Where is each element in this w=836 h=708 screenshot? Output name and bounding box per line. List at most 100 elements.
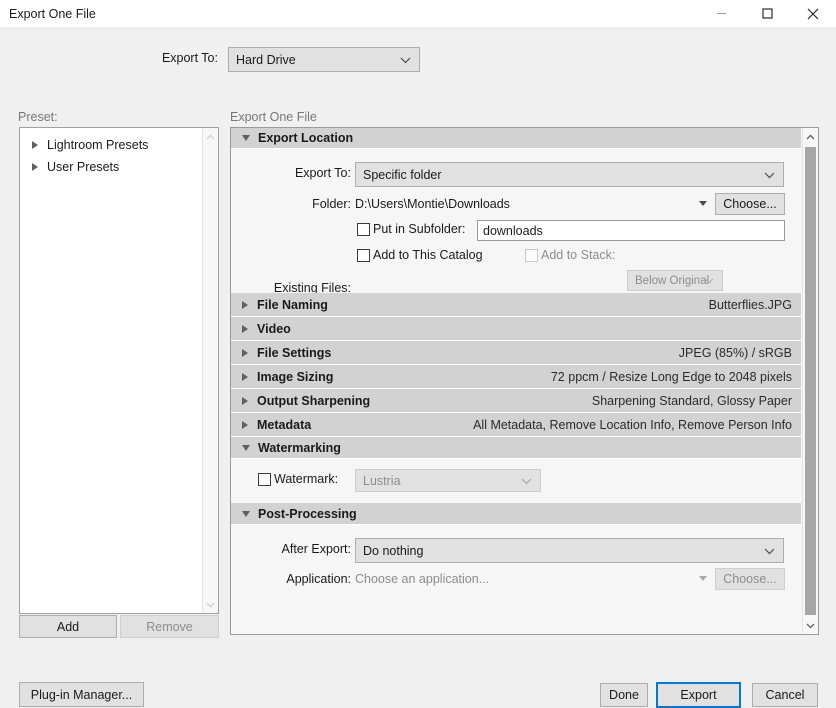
choose-folder-button[interactable]: Choose... bbox=[715, 193, 785, 215]
chevron-right-icon bbox=[242, 397, 248, 405]
chevron-down-icon bbox=[242, 511, 250, 517]
export-to-select[interactable]: Specific folder bbox=[355, 162, 784, 187]
section-header-file-naming[interactable]: File Naming Butterflies.JPG bbox=[231, 293, 801, 317]
caret-down-icon bbox=[699, 201, 707, 206]
preset-panel: Lightroom Presets User Presets bbox=[19, 127, 219, 614]
section-title: Metadata bbox=[257, 418, 311, 432]
watermark-label: Watermark: bbox=[274, 472, 364, 486]
stack-position-value: Below Original bbox=[635, 275, 709, 287]
section-title: Watermarking bbox=[258, 441, 341, 455]
section-title: Video bbox=[257, 322, 291, 336]
section-header-output-sharpening[interactable]: Output Sharpening Sharpening Standard, G… bbox=[231, 389, 801, 413]
title-bar: Export One File bbox=[0, 0, 836, 27]
chevron-down-icon bbox=[242, 135, 250, 141]
cancel-label: Cancel bbox=[766, 688, 805, 702]
main-panel-label: Export One File bbox=[230, 110, 317, 124]
section-title: File Settings bbox=[257, 346, 331, 360]
choose-application-button: Choose... bbox=[715, 568, 785, 590]
preset-panel-scrollbar[interactable] bbox=[202, 128, 218, 613]
cancel-button[interactable]: Cancel bbox=[752, 683, 818, 707]
section-header-image-sizing[interactable]: Image Sizing 72 ppcm / Resize Long Edge … bbox=[231, 365, 801, 389]
export-label: Export bbox=[680, 688, 716, 702]
chevron-down-icon bbox=[400, 53, 411, 67]
export-settings-panel: Export Location Export To: Specific fold… bbox=[230, 127, 819, 635]
subfolder-name-input[interactable]: downloads bbox=[477, 220, 785, 241]
add-preset-label: Add bbox=[57, 620, 79, 634]
watermark-select: Lustria bbox=[355, 469, 541, 492]
add-preset-button[interactable]: Add bbox=[19, 615, 117, 638]
preset-label: Preset: bbox=[18, 110, 58, 124]
section-summary: Butterflies.JPG bbox=[709, 298, 792, 312]
stack-position-select: Below Original bbox=[627, 270, 723, 291]
preset-item-user-presets[interactable]: User Presets bbox=[20, 156, 218, 178]
chevron-right-icon bbox=[32, 163, 38, 171]
chevron-down-icon bbox=[704, 275, 714, 287]
section-body-post-processing: After Export: Do nothing Application: Ch… bbox=[231, 525, 801, 595]
scroll-up-arrow[interactable] bbox=[803, 128, 818, 145]
preset-item-label: Lightroom Presets bbox=[47, 138, 148, 152]
scroll-down-arrow[interactable] bbox=[203, 596, 218, 613]
chevron-down-icon bbox=[521, 474, 532, 488]
choose-application-label: Choose... bbox=[723, 572, 777, 586]
scrollbar-thumb[interactable] bbox=[805, 147, 816, 615]
section-title: Image Sizing bbox=[257, 370, 333, 384]
chevron-right-icon bbox=[242, 421, 248, 429]
application-label: Application: bbox=[241, 572, 351, 586]
section-header-metadata[interactable]: Metadata All Metadata, Remove Location I… bbox=[231, 413, 801, 437]
remove-preset-button: Remove bbox=[120, 615, 219, 638]
export-destination-row: Export To: Hard Drive bbox=[0, 47, 836, 73]
preset-item-label: User Presets bbox=[47, 160, 119, 174]
section-header-video[interactable]: Video bbox=[231, 317, 801, 341]
done-button[interactable]: Done bbox=[600, 683, 648, 707]
remove-preset-label: Remove bbox=[146, 620, 193, 634]
subfolder-name-value: downloads bbox=[483, 224, 543, 238]
add-to-catalog-label: Add to This Catalog bbox=[373, 248, 513, 262]
put-in-subfolder-checkbox[interactable] bbox=[357, 223, 370, 236]
export-button[interactable]: Export bbox=[656, 682, 741, 708]
watermark-value: Lustria bbox=[363, 474, 401, 488]
window-title: Export One File bbox=[0, 7, 96, 21]
minimize-icon bbox=[716, 8, 727, 19]
minimize-button[interactable] bbox=[698, 0, 744, 27]
section-header-export-location[interactable]: Export Location bbox=[231, 128, 801, 149]
folder-path-value[interactable]: D:\Users\Montie\Downloads bbox=[355, 197, 510, 211]
preset-tree: Lightroom Presets User Presets bbox=[20, 134, 218, 178]
preset-item-lightroom-presets[interactable]: Lightroom Presets bbox=[20, 134, 218, 156]
chevron-down-icon bbox=[764, 544, 775, 558]
export-destination-value: Hard Drive bbox=[236, 53, 296, 67]
section-body-watermarking: Watermark: Lustria bbox=[231, 459, 801, 503]
maximize-button[interactable] bbox=[744, 0, 790, 27]
close-icon bbox=[807, 8, 819, 20]
caret-down-icon bbox=[699, 576, 707, 581]
scroll-up-arrow[interactable] bbox=[203, 128, 218, 145]
after-export-value: Do nothing bbox=[363, 544, 423, 558]
add-to-catalog-checkbox[interactable] bbox=[357, 249, 370, 262]
add-to-stack-checkbox bbox=[525, 249, 538, 262]
section-header-watermarking[interactable]: Watermarking bbox=[231, 437, 801, 459]
chevron-right-icon bbox=[242, 325, 248, 333]
application-value: Choose an application... bbox=[355, 572, 489, 586]
chevron-down-icon bbox=[242, 445, 250, 451]
export-to-label: Export To: bbox=[241, 166, 351, 180]
export-to-label: Export To: bbox=[88, 51, 218, 65]
export-dialog: Export To: Hard Drive Preset: Export One… bbox=[0, 27, 836, 690]
plugin-manager-button[interactable]: Plug-in Manager... bbox=[19, 682, 144, 707]
export-to-value: Specific folder bbox=[363, 168, 442, 182]
section-header-file-settings[interactable]: File Settings JPEG (85%) / sRGB bbox=[231, 341, 801, 365]
chevron-right-icon bbox=[242, 373, 248, 381]
after-export-label: After Export: bbox=[241, 542, 351, 556]
section-title: Post-Processing bbox=[258, 507, 357, 521]
after-export-select[interactable]: Do nothing bbox=[355, 538, 784, 563]
scroll-down-arrow[interactable] bbox=[803, 617, 818, 634]
section-title: File Naming bbox=[257, 298, 328, 312]
export-destination-select[interactable]: Hard Drive bbox=[228, 47, 420, 72]
folder-dropdown-button[interactable] bbox=[699, 201, 707, 206]
application-dropdown-button bbox=[699, 576, 707, 581]
settings-panel-scrollbar[interactable] bbox=[802, 128, 818, 634]
close-button[interactable] bbox=[790, 0, 836, 27]
watermark-checkbox[interactable] bbox=[258, 473, 271, 486]
add-to-stack-label: Add to Stack: bbox=[541, 248, 651, 262]
window-controls bbox=[698, 0, 836, 27]
section-header-post-processing[interactable]: Post-Processing bbox=[231, 503, 801, 525]
chevron-right-icon bbox=[242, 349, 248, 357]
